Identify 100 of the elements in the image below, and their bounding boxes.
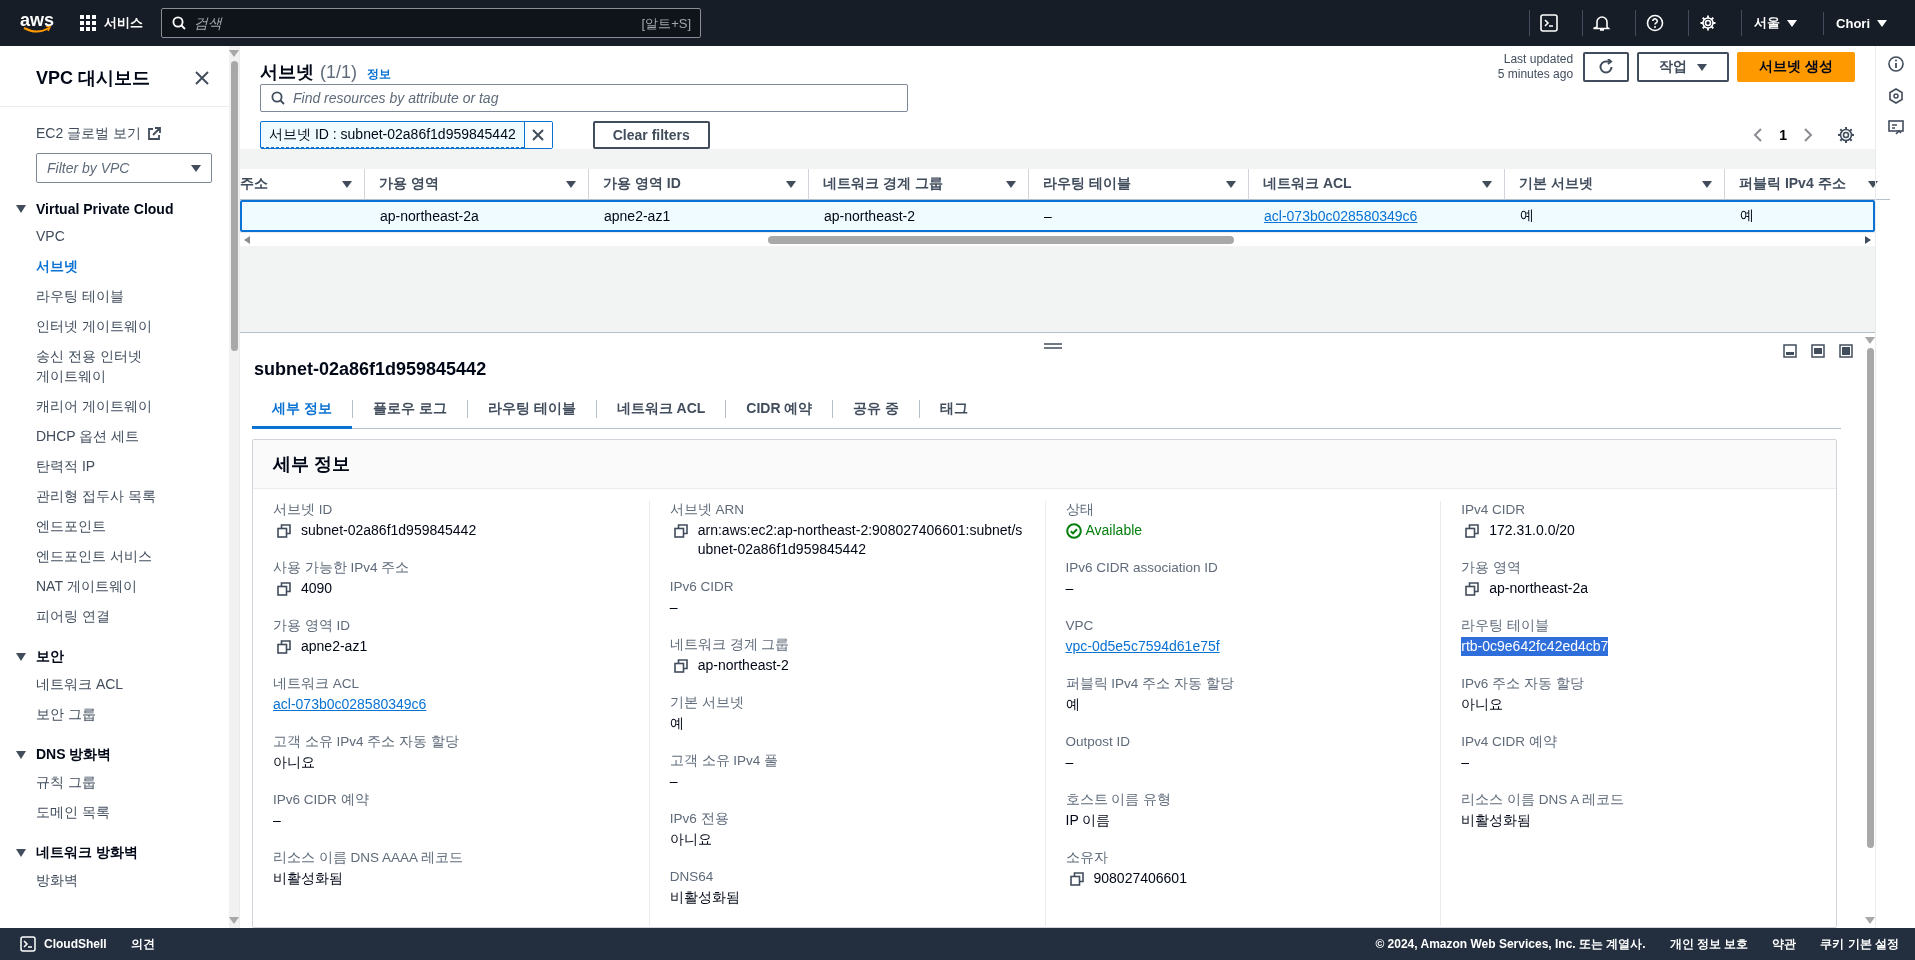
sidebar-item[interactable]: 피어링 연결: [0, 601, 205, 631]
copy-icon[interactable]: [277, 524, 291, 538]
column-header[interactable]: 가용 영역: [364, 169, 588, 200]
copy-icon[interactable]: [1465, 582, 1480, 596]
sidebar-item[interactable]: DHCP 옵션 세트: [0, 421, 205, 451]
field-value: subnet-02a86f1d959845442: [301, 521, 477, 540]
column-header[interactable]: 가용 영역 ID: [588, 169, 808, 200]
column-header[interactable]: 네트워크 ACL: [1248, 169, 1504, 200]
field-label: 호스트 이름 유형: [1065, 791, 1172, 809]
copy-icon[interactable]: [1069, 872, 1084, 886]
terminal-icon[interactable]: [1540, 14, 1559, 32]
tab[interactable]: 네트워크 ACL: [595, 392, 726, 428]
sidebar-item[interactable]: 관리형 접두사 목록: [0, 481, 205, 511]
copy-icon[interactable]: [277, 582, 291, 596]
sidebar-item[interactable]: 보안 그룹: [0, 699, 205, 729]
column-header[interactable]: 네트워크 경계 그룹: [808, 169, 1028, 200]
sidebar-item[interactable]: 방화벽: [0, 865, 205, 895]
panel-full-icon[interactable]: [1839, 344, 1853, 358]
sidebar-item[interactable]: VPC: [0, 221, 205, 251]
field-label: DNS64: [669, 868, 715, 886]
filter-label[interactable]: 서브넷 ID : subnet-02a86f1d959845442: [261, 122, 524, 148]
bell-icon[interactable]: [1593, 14, 1612, 32]
scrollbar-thumb[interactable]: [230, 61, 238, 351]
services-menu[interactable]: 서비스: [76, 10, 148, 36]
field-value: 비활성화됨: [273, 869, 343, 888]
remove-filter-button[interactable]: [523, 122, 552, 148]
sidebar-item[interactable]: 라우팅 테이블: [0, 281, 205, 311]
feedback-link[interactable]: 의견: [130, 935, 155, 953]
vpc-filter-dropdown[interactable]: Filter by VPC: [36, 153, 212, 183]
info-icon[interactable]: [1887, 56, 1904, 72]
sidebar-item[interactable]: 규칙 그룹: [0, 767, 205, 797]
panel-bottom-icon[interactable]: [1783, 344, 1797, 358]
sidebar-item[interactable]: 탄력적 IP: [0, 451, 205, 481]
field-value: 비활성화됨: [669, 888, 740, 907]
copy-icon[interactable]: [673, 524, 688, 538]
table-link[interactable]: acl-073b0c028580349c6: [1264, 208, 1418, 224]
scrollbar-thumb[interactable]: [1866, 348, 1874, 848]
field-value: –: [669, 598, 678, 617]
section-header[interactable]: 보안: [0, 645, 229, 669]
close-icon[interactable]: [195, 71, 209, 85]
footer-link[interactable]: 약관: [1772, 935, 1797, 953]
sidebar-item[interactable]: 서브넷: [0, 251, 205, 281]
section-header[interactable]: DNS 방화벽: [0, 743, 229, 767]
page-number[interactable]: 1: [1779, 127, 1787, 143]
actions-dropdown[interactable]: 작업: [1637, 52, 1730, 82]
footer-link[interactable]: 개인 정보 보호: [1669, 935, 1749, 953]
footer-link[interactable]: 쿠키 기본 설정: [1820, 935, 1899, 953]
sidebar-item[interactable]: 엔드포인트 서비스: [0, 541, 205, 571]
account-menu[interactable]: Chori: [1823, 11, 1899, 35]
search-field[interactable]: Find resources by attribute or tag: [260, 84, 908, 112]
section-header[interactable]: Virtual Private Cloud: [0, 197, 229, 221]
table-row[interactable]: ap-northeast-2a apne2-az1 ap-northeast-2 – acl-073b0c028580349c6 예 예: [240, 200, 1875, 232]
scrollbar[interactable]: [240, 232, 1875, 246]
sidebar-item[interactable]: NAT 게이트웨이: [0, 571, 205, 601]
copy-icon[interactable]: [673, 659, 688, 673]
field-label: 고객 소유 IPv4 풀: [669, 752, 779, 770]
field-link[interactable]: acl-073b0c028580349c6: [273, 695, 427, 714]
region-menu[interactable]: 서울: [1741, 10, 1810, 36]
aws-logo[interactable]: aws: [20, 12, 55, 34]
clear-filters-button[interactable]: Clear filters: [592, 121, 710, 149]
sidebar-item[interactable]: 인터넷 게이트웨이: [0, 311, 205, 341]
scrollbar-thumb[interactable]: [768, 235, 1235, 244]
help-icon[interactable]: [1646, 14, 1665, 32]
tab[interactable]: 태그: [919, 392, 989, 428]
drag-handle[interactable]: [1043, 343, 1062, 349]
scrollbar[interactable]: [229, 46, 239, 928]
next-page-icon[interactable]: [1803, 128, 1813, 142]
refresh-button[interactable]: [1583, 52, 1630, 82]
scroll-right-icon[interactable]: [1865, 235, 1871, 244]
field-link[interactable]: vpc-0d5e5c7594d61e75f: [1065, 637, 1220, 656]
settings-icon[interactable]: [1837, 126, 1855, 144]
sidebar-item[interactable]: 네트워크 ACL: [0, 669, 205, 699]
copy-icon[interactable]: [1465, 524, 1480, 538]
copy-icon[interactable]: [277, 640, 291, 654]
tab[interactable]: 세부 정보: [252, 392, 352, 429]
screen-icon[interactable]: [1887, 120, 1904, 136]
column-header[interactable]: 기본 서브넷: [1504, 169, 1724, 200]
create-subnet-button[interactable]: 서브넷 생성: [1737, 52, 1855, 82]
tab[interactable]: 공유 중: [832, 392, 920, 428]
previous-page-icon[interactable]: [1753, 128, 1764, 142]
ec2-global-view-link[interactable]: EC2 글로벌 보기: [36, 125, 141, 143]
cloudshell-button[interactable]: CloudShell: [20, 936, 107, 952]
field-link[interactable]: rtb-0c9e642fc42ed4cb7: [1461, 637, 1609, 656]
tab[interactable]: 라우팅 테이블: [466, 392, 596, 428]
column-header[interactable]: 라우팅 테이블: [1028, 169, 1248, 200]
panel-side-icon[interactable]: [1811, 344, 1825, 358]
tab[interactable]: CIDR 예약: [725, 392, 833, 428]
external-link-icon[interactable]: [147, 127, 161, 141]
sidebar-item[interactable]: 송신 전용 인터넷 게이트웨이: [0, 341, 205, 391]
tab[interactable]: 플로우 로그: [351, 392, 467, 428]
section-header[interactable]: 네트워크 방화벽: [0, 841, 229, 865]
table-cell: –: [1044, 208, 1052, 224]
info-link[interactable]: 정보: [367, 66, 391, 83]
scroll-left-icon[interactable]: [244, 235, 250, 244]
sidebar-item[interactable]: 도메인 목록: [0, 797, 205, 827]
column-header[interactable]: 퍼블릭 IPv4 주소: [1724, 169, 1890, 200]
grid-icon: [80, 15, 97, 31]
hexagon-icon[interactable]: [1887, 88, 1904, 104]
sidebar-item[interactable]: 캐리어 게이트웨이: [0, 391, 205, 421]
sidebar-item[interactable]: 엔드포인트: [0, 511, 205, 541]
